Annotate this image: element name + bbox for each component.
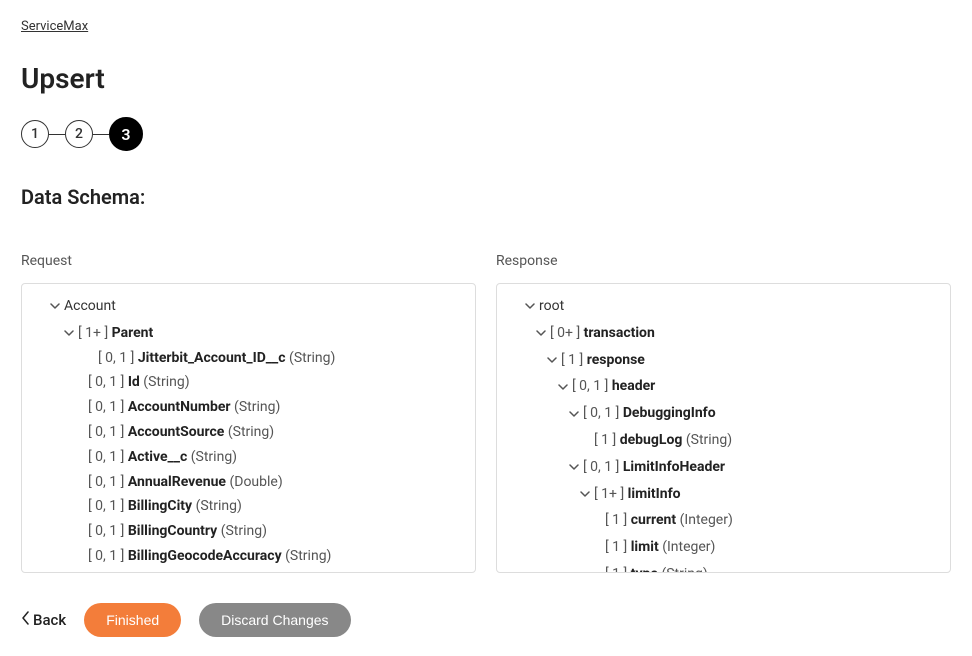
tree-leaf[interactable]: [ 0, 1 ] BillingCity (String) bbox=[30, 496, 467, 517]
chevron-down-icon[interactable] bbox=[576, 489, 594, 499]
stepper: 1 2 3 bbox=[21, 117, 951, 151]
chevron-down-icon[interactable] bbox=[60, 328, 78, 338]
tree-node[interactable]: [ 0, 1 ] LimitInfoHeader bbox=[505, 457, 942, 478]
step-3[interactable]: 3 bbox=[109, 117, 143, 151]
tree-node-parent[interactable]: [ 1+ ] Parent bbox=[30, 323, 467, 344]
tree-node[interactable]: [ 1 ] debugLog (String) bbox=[505, 430, 942, 451]
section-title: Data Schema: bbox=[21, 185, 951, 209]
chevron-down-icon[interactable] bbox=[46, 301, 64, 311]
tree-node[interactable]: [ 0+ ] transaction bbox=[505, 323, 942, 344]
tree-node[interactable]: [ 1 ] limit (Integer) bbox=[505, 537, 942, 558]
tree-leaf[interactable]: [ 0, 1 ] AccountNumber (String) bbox=[30, 397, 467, 418]
tree-leaf[interactable]: [ 0, 1 ] BillingLatitude (Double) bbox=[30, 571, 467, 573]
step-1[interactable]: 1 bbox=[21, 120, 49, 148]
tree-node[interactable]: [ 0, 1 ] DebuggingInfo bbox=[505, 403, 942, 424]
chevron-down-icon[interactable] bbox=[554, 382, 572, 392]
back-link[interactable]: Back bbox=[21, 611, 66, 629]
tree-leaf[interactable]: [ 0, 1 ] Id (String) bbox=[30, 372, 467, 393]
chevron-down-icon[interactable] bbox=[543, 355, 561, 365]
chevron-down-icon[interactable] bbox=[565, 462, 583, 472]
request-schema-box[interactable]: Account [ 1+ ] Parent [ 0, 1 ] Jitterbit_A… bbox=[21, 283, 476, 573]
chevron-down-icon[interactable] bbox=[565, 409, 583, 419]
tree-node[interactable]: [ 1 ] response bbox=[505, 350, 942, 371]
tree-leaf[interactable]: [ 0, 1 ] AnnualRevenue (Double) bbox=[30, 472, 467, 493]
response-label: Response bbox=[496, 253, 951, 269]
page-title: Upsert bbox=[21, 62, 951, 95]
chevron-down-icon[interactable] bbox=[532, 328, 550, 338]
finished-button[interactable]: Finished bbox=[84, 603, 181, 637]
tree-node[interactable]: [ 1 ] current (Integer) bbox=[505, 510, 942, 531]
tree-leaf[interactable]: [ 0, 1 ] BillingGeocodeAccuracy (String) bbox=[30, 546, 467, 567]
tree-leaf[interactable]: [ 0, 1 ] AccountSource (String) bbox=[30, 422, 467, 443]
tree-node-root[interactable]: root bbox=[505, 296, 942, 317]
tree-leaf[interactable]: [ 0, 1 ] BillingCountry (String) bbox=[30, 521, 467, 542]
request-label: Request bbox=[21, 253, 476, 269]
tree-node[interactable]: [ 0, 1 ] header bbox=[505, 376, 942, 397]
tree-node[interactable]: [ 1 ] type (String) bbox=[505, 564, 942, 573]
tree-node-account[interactable]: Account bbox=[30, 296, 467, 317]
tree-leaf[interactable]: [ 0, 1 ] Active__c (String) bbox=[30, 447, 467, 468]
tree-leaf[interactable]: [ 0, 1 ] Jitterbit_Account_ID__c (String… bbox=[30, 348, 467, 369]
tree-node[interactable]: [ 1+ ] limitInfo bbox=[505, 484, 942, 505]
step-2[interactable]: 2 bbox=[65, 120, 93, 148]
request-column: Request Account [ 1+ ] Parent [ 0, 1 ] Jit… bbox=[21, 253, 476, 573]
step-connector bbox=[93, 134, 109, 135]
step-connector bbox=[49, 134, 65, 135]
chevron-down-icon[interactable] bbox=[521, 301, 539, 311]
discard-button[interactable]: Discard Changes bbox=[199, 603, 350, 637]
chevron-left-icon bbox=[21, 611, 30, 629]
breadcrumb-servicemax[interactable]: ServiceMax bbox=[21, 19, 88, 34]
response-column: Response root [ 0+ ] transaction [ 1 ] res… bbox=[496, 253, 951, 573]
back-label: Back bbox=[33, 611, 66, 629]
footer: Back Finished Discard Changes bbox=[21, 603, 951, 637]
response-schema-box[interactable]: root [ 0+ ] transaction [ 1 ] response [ 0,… bbox=[496, 283, 951, 573]
